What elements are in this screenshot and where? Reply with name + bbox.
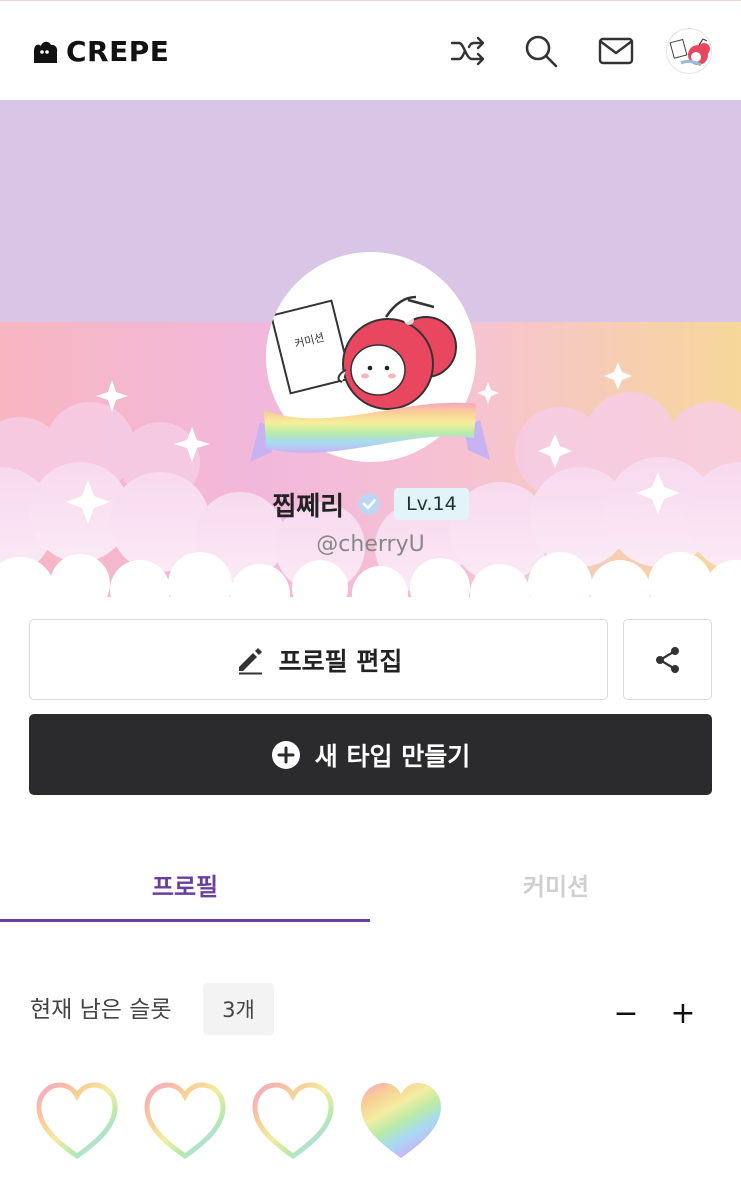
profile-name-row: 찝쩨리 Lv.14 — [0, 484, 741, 524]
verified-badge-icon — [357, 492, 381, 516]
tab-commission[interactable]: 커미션 — [371, 845, 741, 923]
top-header: CREPE — [0, 0, 741, 100]
rainbow-ribbon-icon — [250, 402, 490, 462]
crepe-logo-icon — [34, 41, 58, 63]
increase-slots-button[interactable]: + — [666, 996, 700, 1031]
edit-profile-button[interactable]: 프로필 편집 — [29, 619, 608, 700]
slot-hearts — [34, 1080, 444, 1165]
remaining-slots-label: 현재 남은 슬롯 — [30, 997, 172, 1023]
active-tab-indicator — [0, 919, 370, 922]
edit-profile-label: 프로필 편집 — [278, 646, 403, 676]
slot-heart-filled-icon — [361, 1083, 441, 1158]
search-button[interactable] — [521, 31, 561, 71]
crepe-logo[interactable]: CREPE — [30, 34, 169, 68]
share-icon — [655, 646, 679, 673]
create-new-type-button[interactable]: 새 타입 만들기 — [29, 714, 712, 795]
shuffle-icon — [450, 36, 485, 66]
shuffle-button[interactable] — [448, 31, 488, 71]
slot-heart-empty-icon — [252, 1082, 334, 1160]
avatar[interactable] — [666, 28, 712, 74]
profile-handle: @cherryU — [316, 532, 425, 557]
mail-icon — [598, 37, 634, 65]
logo-text: CREPE — [66, 34, 170, 68]
remaining-slots-count: 3개 — [203, 983, 274, 1035]
mail-button[interactable] — [596, 31, 636, 71]
level-badge: Lv.14 — [394, 488, 469, 520]
slot-heart-empty-icon — [36, 1082, 118, 1160]
plus-circle-icon — [271, 740, 300, 769]
decrease-slots-button[interactable]: − — [609, 996, 643, 1031]
share-button[interactable] — [623, 619, 712, 700]
cherry-avatar-icon — [669, 38, 710, 67]
create-new-type-label: 새 타입 만들기 — [314, 741, 471, 771]
profile-name: 찝쩨리 — [272, 491, 345, 522]
tab-profile[interactable]: 프로필 — [0, 845, 370, 923]
search-icon — [525, 35, 558, 68]
pencil-icon — [238, 647, 262, 674]
slot-heart-empty-icon — [144, 1082, 226, 1160]
